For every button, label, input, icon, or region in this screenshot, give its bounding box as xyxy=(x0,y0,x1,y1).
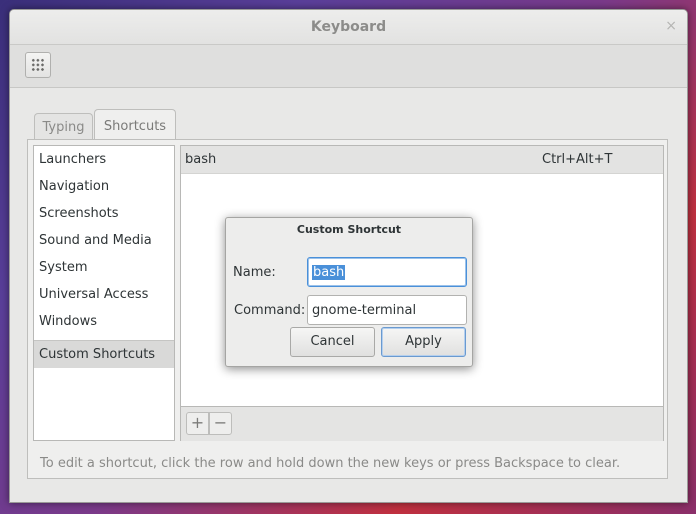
close-icon[interactable]: × xyxy=(665,18,677,34)
shortcut-keys: Ctrl+Alt+T xyxy=(542,152,613,167)
category-sound-and-media[interactable]: Sound and Media xyxy=(34,227,174,254)
grid-icon xyxy=(31,58,45,72)
category-screenshots[interactable]: Screenshots xyxy=(34,200,174,227)
overview-button[interactable] xyxy=(25,52,51,78)
custom-shortcut-dialog: Custom Shortcut Name: bash Command: gnom… xyxy=(225,217,473,367)
name-value: bash xyxy=(312,265,346,280)
list-toolbar: + − xyxy=(181,406,663,441)
titlebar[interactable]: Keyboard × xyxy=(10,10,687,45)
hint-text: To edit a shortcut, click the row and ho… xyxy=(40,456,621,471)
dialog-title: Custom Shortcut xyxy=(296,223,402,236)
header-toolbar xyxy=(10,45,687,88)
category-universal-access[interactable]: Universal Access xyxy=(34,281,174,308)
category-windows[interactable]: Windows xyxy=(34,308,174,335)
category-navigation[interactable]: Navigation xyxy=(34,173,174,200)
category-custom-shortcuts[interactable]: Custom Shortcuts xyxy=(34,340,174,368)
window-title: Keyboard xyxy=(310,19,387,35)
remove-shortcut-button[interactable]: − xyxy=(209,412,232,435)
tab-shortcuts[interactable]: Shortcuts xyxy=(94,109,176,140)
cancel-button[interactable]: Cancel xyxy=(290,327,375,357)
command-value: gnome-terminal xyxy=(312,303,417,318)
command-field[interactable]: gnome-terminal xyxy=(307,295,467,325)
name-label: Name: xyxy=(233,265,276,280)
category-list: Launchers Navigation Screenshots Sound a… xyxy=(33,145,175,441)
tab-typing[interactable]: Typing xyxy=(34,113,93,139)
category-system[interactable]: System xyxy=(34,254,174,281)
name-field[interactable]: bash xyxy=(307,257,467,287)
category-launchers[interactable]: Launchers xyxy=(34,146,174,173)
command-label: Command: xyxy=(234,303,306,318)
add-shortcut-button[interactable]: + xyxy=(186,412,209,435)
shortcut-row[interactable]: bash Ctrl+Alt+T xyxy=(181,146,663,174)
keyboard-window: Keyboard × Typing Shortcuts Launchers Na… xyxy=(9,9,688,503)
apply-button[interactable]: Apply xyxy=(381,327,466,357)
shortcut-name: bash xyxy=(185,152,217,167)
